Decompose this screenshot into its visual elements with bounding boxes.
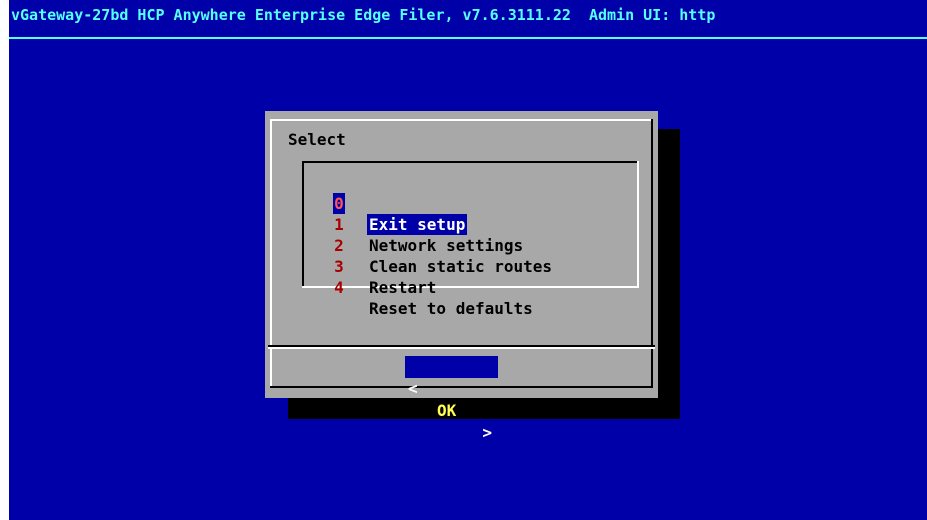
console-screen: vGateway-27bd HCP Anywhere Enterprise Ed… <box>9 0 927 520</box>
ok-button-label: OK <box>437 401 457 420</box>
ok-button-right-bracket: > <box>482 423 492 442</box>
window-title: vGateway-27bd HCP Anywhere Enterprise Ed… <box>11 6 716 24</box>
dialog-frame-top <box>270 119 653 121</box>
button-separator-highlight <box>268 347 655 349</box>
ok-button[interactable]: < OK > <box>405 356 498 442</box>
menu-item-label: Network settings <box>369 236 524 255</box>
menu-item-tag: 4 <box>334 278 344 297</box>
menu-item-label: Exit setup <box>367 214 468 235</box>
menu-item-label: Clean static routes <box>369 257 553 276</box>
menu-list: 0 Exit setup 1 Network settings 2 Clean … <box>292 161 629 318</box>
menu-item-exit-setup[interactable]: 0 Exit setup <box>292 172 468 235</box>
title-divider <box>9 37 927 39</box>
select-dialog: Select 0 Exit setup 1 Network settings 2… <box>265 111 658 442</box>
menu-frame-right <box>637 161 639 288</box>
dialog-title: Select <box>288 130 346 149</box>
menu-item-network-settings[interactable]: 1 Network settings <box>292 193 523 255</box>
menu-item-restart[interactable]: 3 Restart <box>292 235 436 297</box>
ok-button-left-bracket: < <box>408 379 418 398</box>
menu-item-label: Restart <box>369 278 437 297</box>
menu-item-clean-static-routes[interactable]: 2 Clean static routes <box>292 214 552 276</box>
menu-item-label: Reset to defaults <box>369 299 533 318</box>
menu-item-reset-to-defaults[interactable]: 4 Reset to defaults <box>292 256 533 318</box>
